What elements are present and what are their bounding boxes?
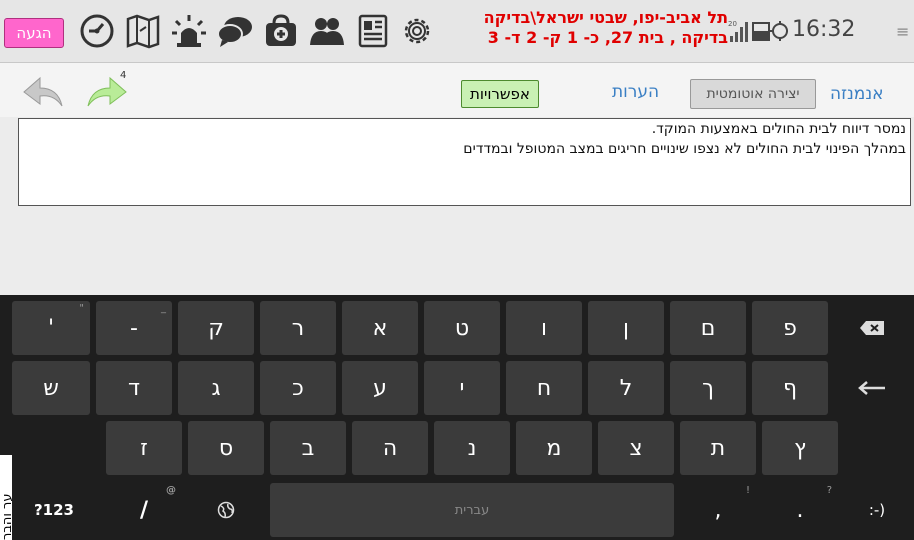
forward-badge: 4 [120, 70, 127, 81]
key-hint: ? [826, 485, 832, 496]
key[interactable]: נ [434, 421, 510, 475]
key[interactable]: ב [270, 421, 346, 475]
gear-icon[interactable] [398, 13, 436, 49]
content-blank-area [0, 207, 914, 295]
numbers-key[interactable]: ?123 [14, 483, 94, 537]
tab-notes-label[interactable]: הערות [612, 82, 659, 102]
slash-key[interactable]: / @ [106, 483, 182, 537]
key[interactable]: ' " [12, 301, 90, 355]
signal-bar [735, 32, 738, 42]
key[interactable]: ס [188, 421, 264, 475]
enter-icon [858, 381, 885, 395]
key[interactable]: ן [588, 301, 664, 355]
smiley-key[interactable]: :-) [844, 483, 910, 537]
key[interactable]: א [342, 301, 418, 355]
key[interactable]: ה [352, 421, 428, 475]
status-indicators: 20 [728, 18, 788, 44]
period-key[interactable]: .? [762, 483, 838, 537]
key[interactable]: ר [260, 301, 336, 355]
siren-icon[interactable] [170, 13, 208, 49]
key[interactable]: מ [516, 421, 592, 475]
auto-create-button[interactable]: יצירה אוטומטית [690, 79, 816, 109]
key[interactable]: ץ [762, 421, 838, 475]
backspace-key[interactable] [834, 301, 910, 355]
gps-icon [772, 23, 788, 39]
document-icon[interactable] [354, 13, 392, 49]
key-hint: @ [166, 485, 176, 496]
key[interactable]: ח [506, 361, 582, 415]
notes-line-2: במהלך הפינוי לבית החולים לא נצפו שינויים… [463, 141, 906, 157]
key[interactable]: - _ [96, 301, 172, 355]
key[interactable]: ך [670, 361, 746, 415]
signal-badge: 20 [728, 20, 737, 28]
keyboard: ' " - _ ק ר א ט ו ן ם פ ש ד ג כ ע י ח ל ך … [0, 295, 914, 540]
language-key[interactable] [188, 483, 264, 537]
arrive-button[interactable]: הגעה [4, 18, 64, 48]
clock: 16:32 [792, 17, 856, 42]
space-key[interactable]: עברית [270, 483, 674, 537]
location-line-2: בדיקה , בית 27, כ- 1 ק- 2 ד- 3 [487, 28, 728, 47]
map-icon[interactable] [124, 13, 162, 49]
comma-key[interactable]: ,! [680, 483, 756, 537]
key[interactable]: ל [588, 361, 664, 415]
key-hint: " [79, 303, 84, 314]
notes-line-1: נמסר דיווח לבית החולים באמצעות המוקד. [651, 121, 906, 137]
side-label: ער והבר [0, 455, 12, 540]
key[interactable]: ז [106, 421, 182, 475]
key[interactable]: ט [424, 301, 500, 355]
globe-icon [217, 501, 235, 519]
key[interactable]: כ [260, 361, 336, 415]
chat-icon[interactable] [216, 13, 254, 49]
menu-icon[interactable]: ≡ [896, 22, 909, 41]
backspace-icon [860, 321, 884, 335]
key-hint: _ [161, 303, 166, 314]
signal-bar [745, 22, 748, 42]
key[interactable]: ם [670, 301, 746, 355]
signal-bar [740, 27, 743, 42]
enter-key[interactable] [834, 361, 910, 415]
key[interactable]: ג [178, 361, 254, 415]
key[interactable]: ד [96, 361, 172, 415]
key[interactable]: צ [598, 421, 674, 475]
key[interactable]: י [424, 361, 500, 415]
key[interactable]: ע [342, 361, 418, 415]
key[interactable]: ש [12, 361, 90, 415]
key[interactable]: ק [178, 301, 254, 355]
notes-textarea[interactable]: נמסר דיווח לבית החולים באמצעות המוקד. במ… [18, 118, 911, 206]
key[interactable]: ף [752, 361, 828, 415]
signal-bar [730, 36, 733, 42]
location-line-1: תל אביב-יפו, שבטי ישראל\בדיקה [483, 8, 728, 27]
status-bar: הגעה תל אביב-יפו, שבטי ישראל\בדיקה בדיקה… [0, 0, 914, 63]
back-arrow-icon[interactable] [22, 72, 66, 110]
medical-bag-icon[interactable] [262, 13, 300, 49]
key[interactable]: ו [506, 301, 582, 355]
speedometer-icon[interactable] [78, 13, 116, 49]
location-info: תל אביב-יפו, שבטי ישראל\בדיקה בדיקה , בי… [484, 8, 728, 48]
tab-anamnesis[interactable]: אנמנזה [830, 84, 884, 104]
team-icon[interactable] [308, 13, 346, 49]
options-button[interactable]: אפשרויות [461, 80, 539, 108]
key[interactable]: ת [680, 421, 756, 475]
key[interactable]: פ [752, 301, 828, 355]
key-hint: ! [745, 485, 750, 496]
